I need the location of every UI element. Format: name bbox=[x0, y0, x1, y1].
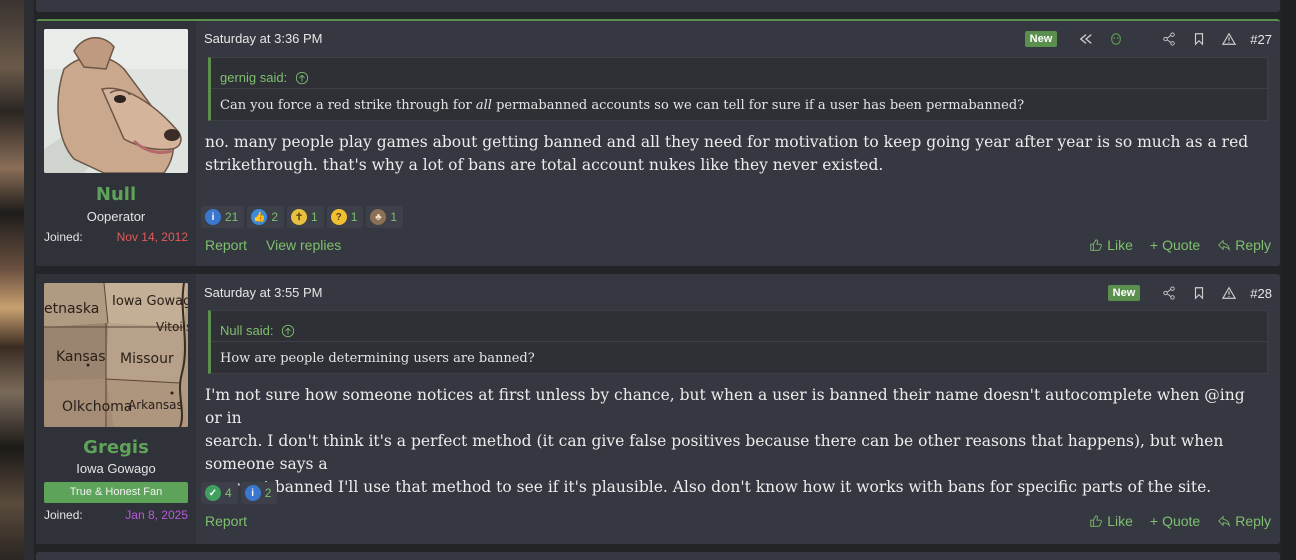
share-icon[interactable] bbox=[1161, 31, 1177, 47]
user-pane: etnaska Iowa Gowago Vitoiis Kansas Misso… bbox=[36, 274, 196, 544]
map-avatar-image: etnaska Iowa Gowago Vitoiis Kansas Misso… bbox=[44, 283, 188, 427]
quote-block: Null said: How are people determining us… bbox=[208, 310, 1268, 374]
post-28: etnaska Iowa Gowago Vitoiis Kansas Misso… bbox=[36, 274, 1280, 544]
username[interactable]: Null bbox=[36, 184, 196, 205]
post-main: Saturday at 3:55 PM New #28 Null said: H… bbox=[196, 274, 1280, 544]
reply-arrow-icon bbox=[1218, 239, 1231, 251]
informative-icon: i bbox=[205, 209, 221, 225]
previous-post-edge bbox=[36, 0, 1280, 12]
report-warning-icon[interactable] bbox=[1221, 31, 1237, 47]
svg-text:etnaska: etnaska bbox=[44, 301, 99, 317]
quote-button[interactable]: + Quote bbox=[1150, 513, 1200, 529]
reply-button[interactable]: Reply bbox=[1217, 237, 1271, 253]
user-banner: True & Honest Fan bbox=[44, 482, 188, 503]
background-art-strip bbox=[0, 0, 24, 560]
background-edge bbox=[1282, 0, 1296, 560]
next-post-edge bbox=[36, 552, 1280, 560]
reactions-bar[interactable]: ✓ 4 i2 bbox=[201, 482, 278, 504]
svg-text:Vitoiis: Vitoiis bbox=[156, 320, 188, 334]
svg-text:Kansas: Kansas bbox=[56, 349, 106, 365]
bookmark-icon[interactable] bbox=[1191, 285, 1207, 301]
svg-text:Olkchoma: Olkchoma bbox=[62, 399, 132, 415]
reply-button[interactable]: Reply bbox=[1217, 513, 1271, 529]
post-actions: New #27 bbox=[1024, 29, 1272, 49]
svg-text:Missour: Missour bbox=[120, 351, 174, 367]
post-27: Null Ooperator Joined: Nov 14, 2012 Satu… bbox=[36, 19, 1280, 266]
like-icon: 👍 bbox=[251, 209, 268, 225]
post-main: Saturday at 3:36 PM New #27 gernig said: bbox=[196, 21, 1280, 266]
quote-text: Can you force a red strike through for a… bbox=[211, 88, 1267, 122]
report-link[interactable]: Report bbox=[205, 237, 247, 253]
bookmark-icon[interactable] bbox=[1191, 31, 1207, 47]
alien-icon[interactable] bbox=[1108, 31, 1124, 47]
report-link[interactable]: Report bbox=[205, 513, 247, 529]
post-footer-right: Like + Quote Reply bbox=[1089, 237, 1271, 253]
reply-arrow-icon bbox=[1218, 515, 1231, 527]
post-actions: New #28 bbox=[1107, 283, 1272, 303]
svg-text:Iowa Gowago: Iowa Gowago bbox=[112, 294, 188, 309]
joined-date: Jan 8, 2025 bbox=[125, 508, 188, 522]
post-number[interactable]: #28 bbox=[1250, 286, 1272, 301]
mushroom-icon: ♣ bbox=[370, 209, 387, 225]
reaction-informative[interactable]: i 21 bbox=[201, 206, 245, 228]
reaction-like[interactable]: 👍 2 bbox=[247, 206, 285, 228]
rewind-icon[interactable] bbox=[1078, 31, 1094, 47]
post-footer-left: Report bbox=[205, 513, 247, 529]
new-badge: New bbox=[1024, 31, 1058, 47]
joined-date: Nov 14, 2012 bbox=[116, 230, 188, 244]
jump-to-quote-icon[interactable] bbox=[281, 324, 295, 338]
post-footer-left: Report View replies bbox=[205, 237, 341, 253]
halo-icon: ✝ bbox=[291, 209, 308, 225]
post-number[interactable]: #27 bbox=[1250, 32, 1272, 47]
username[interactable]: Gregis bbox=[36, 437, 196, 458]
reaction-halo[interactable]: ✝ 1 bbox=[287, 206, 324, 228]
post-body: no. many people play games about getting… bbox=[205, 133, 1249, 174]
jump-to-quote-icon[interactable] bbox=[295, 71, 309, 85]
joined-label: Joined: bbox=[44, 508, 83, 522]
view-replies-link[interactable]: View replies bbox=[266, 237, 341, 253]
thinking-icon: ? bbox=[330, 209, 347, 225]
agree-icon: ✓ bbox=[205, 485, 221, 501]
post-date[interactable]: Saturday at 3:55 PM bbox=[204, 285, 323, 300]
thumbs-up-icon bbox=[1090, 515, 1103, 527]
report-warning-icon[interactable] bbox=[1221, 285, 1237, 301]
svg-text:Arkansas: Arkansas bbox=[128, 398, 183, 412]
informative-icon: i bbox=[244, 485, 261, 501]
quote-text: How are people determining users are ban… bbox=[211, 341, 1267, 375]
user-pane: Null Ooperator Joined: Nov 14, 2012 bbox=[36, 21, 196, 266]
reactions-bar[interactable]: i 21 👍 2 ✝ 1 ? 1 ♣ 1 bbox=[201, 206, 404, 228]
share-icon[interactable] bbox=[1161, 285, 1177, 301]
plus-icon: + bbox=[1149, 237, 1159, 253]
dog-avatar-image bbox=[44, 29, 188, 173]
post-body: I'm not sure how someone notices at firs… bbox=[205, 386, 1245, 496]
post-date[interactable]: Saturday at 3:36 PM bbox=[204, 31, 323, 46]
quote-block: gernig said: Can you force a red strike … bbox=[208, 57, 1268, 121]
avatar[interactable]: etnaska Iowa Gowago Vitoiis Kansas Misso… bbox=[44, 283, 188, 427]
reaction-mushroom[interactable]: ♣ 1 bbox=[366, 206, 404, 228]
reaction-informative[interactable]: i2 bbox=[240, 482, 278, 504]
plus-icon: + bbox=[1149, 513, 1159, 529]
like-button[interactable]: Like bbox=[1089, 513, 1133, 529]
reaction-agree[interactable]: ✓ 4 bbox=[201, 482, 238, 504]
quote-button[interactable]: + Quote bbox=[1150, 237, 1200, 253]
quote-author[interactable]: gernig said: bbox=[220, 70, 287, 85]
thumbs-up-icon bbox=[1090, 239, 1103, 251]
avatar[interactable] bbox=[44, 29, 188, 173]
joined-label: Joined: bbox=[44, 230, 83, 244]
quote-author[interactable]: Null said: bbox=[220, 323, 273, 338]
post-footer-right: Like + Quote Reply bbox=[1089, 513, 1271, 529]
user-title: Iowa Gowago bbox=[76, 461, 156, 476]
user-title: Ooperator bbox=[86, 209, 146, 224]
new-badge: New bbox=[1107, 285, 1141, 301]
reaction-thinking[interactable]: ? 1 bbox=[326, 206, 364, 228]
like-button[interactable]: Like bbox=[1089, 237, 1133, 253]
